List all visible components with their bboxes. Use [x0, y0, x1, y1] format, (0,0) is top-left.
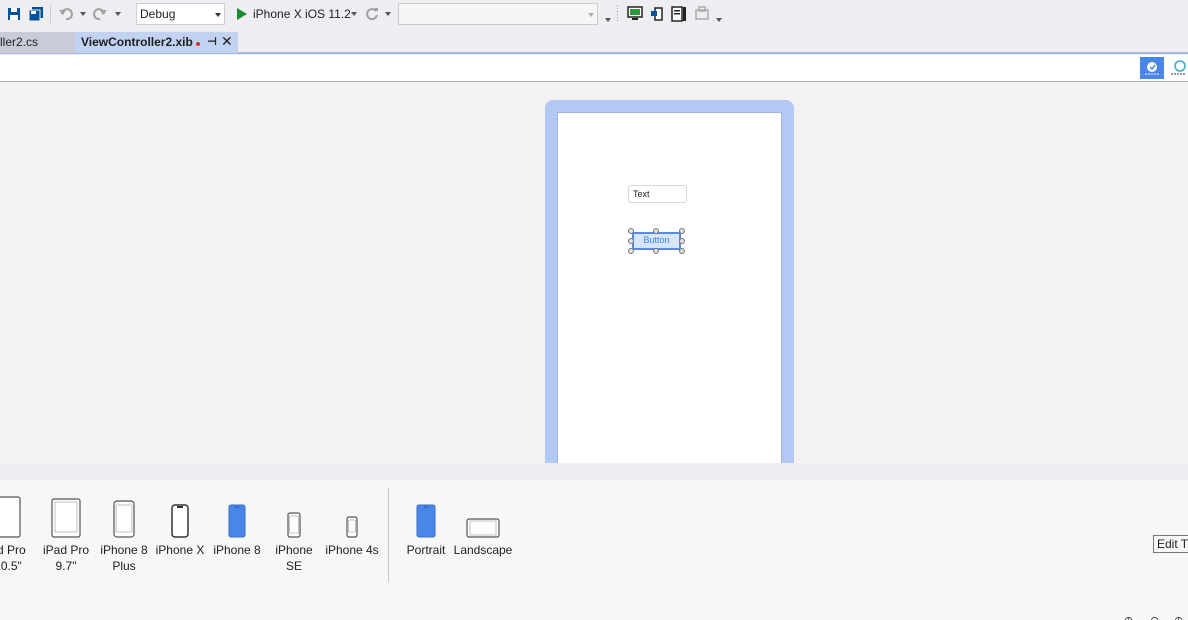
landscape-icon — [466, 518, 500, 538]
save-all-icon[interactable] — [27, 5, 45, 23]
toolbar-grip — [617, 5, 618, 23]
portrait-selected-icon — [416, 504, 436, 538]
chevron-down-icon — [588, 13, 594, 17]
device-label: iPad Pro 9.7" — [42, 543, 90, 573]
overflow-dropdown-icon[interactable] — [716, 18, 722, 22]
layout-toggle-icon[interactable] — [670, 5, 688, 23]
chevron-down-icon — [215, 13, 221, 17]
toolbar: Debug iPhone X iOS 11.2 — [0, 0, 1188, 30]
device-iphone-8-plus[interactable]: iPhone 8 Plus — [96, 496, 152, 574]
device-iphone-4s[interactable]: iPhone 4s — [324, 496, 380, 558]
device-iphone-se[interactable]: iPhone SE — [266, 496, 322, 574]
device-ipad-pro-9-7[interactable]: iPad Pro 9.7" — [38, 496, 94, 574]
text-field[interactable]: Text — [628, 185, 687, 203]
close-icon[interactable]: ✕ — [221, 33, 233, 50]
iphone-selected-icon — [228, 504, 246, 538]
device-frame: Text Button — [545, 100, 794, 472]
resize-handle[interactable] — [679, 248, 685, 254]
button-label: Button — [643, 235, 670, 245]
device-label: iPhone 8 Plus — [100, 543, 148, 573]
frame-edit-icon — [1171, 60, 1186, 75]
zoom-fit-icon[interactable]: ⊕ — [1124, 614, 1133, 620]
button-control[interactable]: Button — [628, 228, 685, 254]
pin-icon[interactable]: ⊣ — [207, 35, 217, 48]
tab-label: ViewController2.xib — [81, 35, 193, 49]
device-ipad-pro-10-5[interactable]: ad Pro 10.5" — [0, 496, 36, 574]
device-iphone-x[interactable]: iPhone X — [153, 496, 207, 558]
device-preview-icon[interactable] — [626, 5, 644, 23]
device-iphone-8[interactable]: iPhone 8 — [210, 496, 264, 558]
resize-handle[interactable] — [653, 248, 659, 254]
design-canvas[interactable]: Text Button — [0, 82, 1188, 472]
panel-splitter[interactable] — [0, 463, 1188, 480]
tooltip: Edit Tr — [1153, 535, 1188, 553]
frame-mode-button[interactable] — [1166, 57, 1188, 79]
ipad-icon — [0, 496, 21, 538]
refresh-icon[interactable] — [364, 5, 380, 23]
panel-divider — [388, 488, 389, 582]
resize-handle[interactable] — [679, 238, 685, 244]
constraint-pin-icon — [1145, 62, 1159, 75]
device-label: iPhone SE — [275, 543, 313, 573]
run-target-dropdown-icon[interactable] — [351, 12, 357, 16]
orientation-landscape[interactable]: Landscape — [453, 496, 513, 558]
resize-handle[interactable] — [679, 228, 685, 234]
orientation-label: Landscape — [453, 543, 513, 557]
zoom-in-icon[interactable]: ⊕ — [1174, 614, 1183, 620]
device-label: iPhone X — [155, 543, 205, 557]
resize-handle[interactable] — [653, 228, 659, 234]
run-target-label[interactable]: iPhone X iOS 11.2 — [253, 7, 351, 21]
tab-viewcontroller2-xib[interactable]: ViewController2.xib ⊣ ✕ — [75, 32, 238, 53]
device-label: ad Pro 10.5" — [0, 543, 26, 573]
constraints-mode-button[interactable] — [1140, 57, 1164, 79]
redo-icon[interactable] — [91, 5, 109, 23]
iphone-icon — [113, 500, 135, 538]
device-label: iPhone 4s — [325, 543, 379, 557]
save-icon[interactable] — [6, 5, 22, 23]
ipad-icon — [51, 498, 81, 538]
iphone-icon — [287, 512, 301, 538]
document-tabs: ller2.cs ViewController2.xib ⊣ ✕ — [0, 32, 1188, 54]
designer-toolbar — [0, 55, 1188, 82]
modified-indicator-icon — [196, 42, 200, 46]
resize-handle[interactable] — [628, 228, 634, 234]
overflow-dropdown-icon[interactable] — [605, 18, 611, 22]
iphone-x-icon — [171, 504, 189, 538]
tab-viewcontroller2-cs[interactable]: ller2.cs — [0, 32, 75, 53]
device-rotate-icon[interactable] — [648, 5, 666, 23]
storyboard-icon[interactable] — [693, 5, 711, 23]
run-icon[interactable] — [234, 5, 248, 23]
tab-label: ller2.cs — [0, 35, 39, 49]
configuration-value: Debug — [140, 7, 176, 21]
orientation-label: Portrait — [406, 543, 446, 557]
undo-icon[interactable] — [57, 5, 75, 23]
undo-dropdown-icon[interactable] — [80, 12, 86, 16]
toolbar-separator — [50, 5, 51, 23]
view-controller-screen[interactable]: Text Button — [557, 112, 782, 472]
target-select[interactable] — [398, 3, 598, 25]
orientation-portrait[interactable]: Portrait — [400, 496, 452, 558]
configuration-select[interactable]: Debug — [136, 3, 225, 25]
iphone-icon — [346, 516, 358, 538]
resize-handle[interactable] — [628, 238, 634, 244]
device-label: iPhone 8 — [213, 543, 261, 557]
ide-window: { "toolbar": { "configuration": "Debug",… — [0, 0, 1188, 620]
device-picker-panel: ad Pro 10.5" iPad Pro 9.7" iPhone 8 Plus… — [0, 480, 1188, 620]
zoom-out-icon[interactable]: ⊖ — [1150, 614, 1159, 620]
redo-dropdown-icon[interactable] — [115, 12, 121, 16]
resize-handle[interactable] — [628, 248, 634, 254]
refresh-dropdown-icon[interactable] — [385, 12, 391, 16]
